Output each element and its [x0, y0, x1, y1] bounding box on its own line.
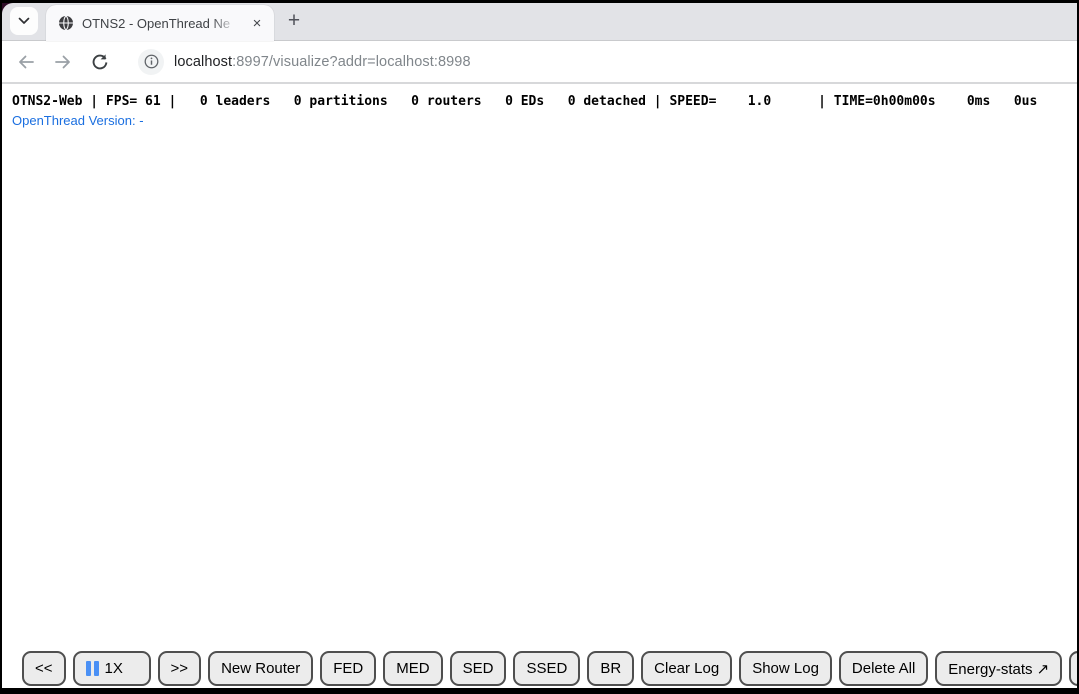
- info-icon: [143, 53, 160, 70]
- forward-icon: [54, 54, 72, 70]
- ssed-button[interactable]: SSED: [513, 651, 580, 686]
- speed-down-button[interactable]: <<: [22, 651, 66, 686]
- url-path: :8997/visualize?addr=localhost:8998: [232, 54, 471, 70]
- back-icon: [17, 54, 35, 70]
- energy-stats-button[interactable]: Energy-stats ↗: [935, 651, 1062, 686]
- new-router-button[interactable]: New Router: [208, 651, 313, 686]
- browser-window: OTNS2 - OpenThread Ne × +: [0, 0, 1079, 694]
- speed-button[interactable]: 1X: [73, 651, 151, 686]
- page-content: OTNS2-Web | FPS= 61 | 0 leaders 0 partit…: [2, 84, 1077, 688]
- node-stats-button[interactable]: Node-stats ↗: [1069, 651, 1077, 686]
- sed-button[interactable]: SED: [450, 651, 507, 686]
- speed-up-button[interactable]: >>: [158, 651, 202, 686]
- forward-button[interactable]: [53, 52, 73, 72]
- globe-favicon-icon: [58, 15, 74, 31]
- delete-all-button[interactable]: Delete All: [839, 651, 928, 686]
- med-button[interactable]: MED: [383, 651, 442, 686]
- simulator-status-line: OTNS2-Web | FPS= 61 | 0 leaders 0 partit…: [12, 94, 1077, 109]
- pause-icon: [86, 661, 99, 676]
- url-text: localhost:8997/visualize?addr=localhost:…: [174, 54, 471, 70]
- br-button[interactable]: BR: [587, 651, 634, 686]
- url-host: localhost: [174, 54, 232, 70]
- address-toolbar: localhost:8997/visualize?addr=localhost:…: [2, 41, 1077, 84]
- openthread-version-link[interactable]: OpenThread Version: -: [12, 113, 144, 128]
- tab-close-icon[interactable]: ×: [248, 14, 266, 32]
- reload-button[interactable]: [90, 52, 110, 72]
- address-bar[interactable]: localhost:8997/visualize?addr=localhost:…: [128, 46, 1069, 78]
- simulator-toolbar: << 1X >> New Router FED MED SED SSED BR …: [22, 651, 1077, 686]
- back-button[interactable]: [16, 52, 36, 72]
- show-log-button[interactable]: Show Log: [739, 651, 832, 686]
- chevron-down-icon: [18, 17, 30, 25]
- browser-tab[interactable]: OTNS2 - OpenThread Ne ×: [46, 5, 274, 41]
- fed-button[interactable]: FED: [320, 651, 376, 686]
- tab-strip: OTNS2 - OpenThread Ne × +: [2, 3, 1077, 41]
- tab-title: OTNS2 - OpenThread Ne: [82, 16, 240, 31]
- site-info-button[interactable]: [138, 49, 164, 75]
- speed-label: 1X: [105, 660, 123, 677]
- browser-window-inner: OTNS2 - OpenThread Ne × +: [2, 3, 1077, 688]
- reload-icon: [91, 53, 109, 71]
- new-tab-button[interactable]: +: [280, 7, 308, 35]
- tab-search-button[interactable]: [10, 7, 38, 35]
- clear-log-button[interactable]: Clear Log: [641, 651, 732, 686]
